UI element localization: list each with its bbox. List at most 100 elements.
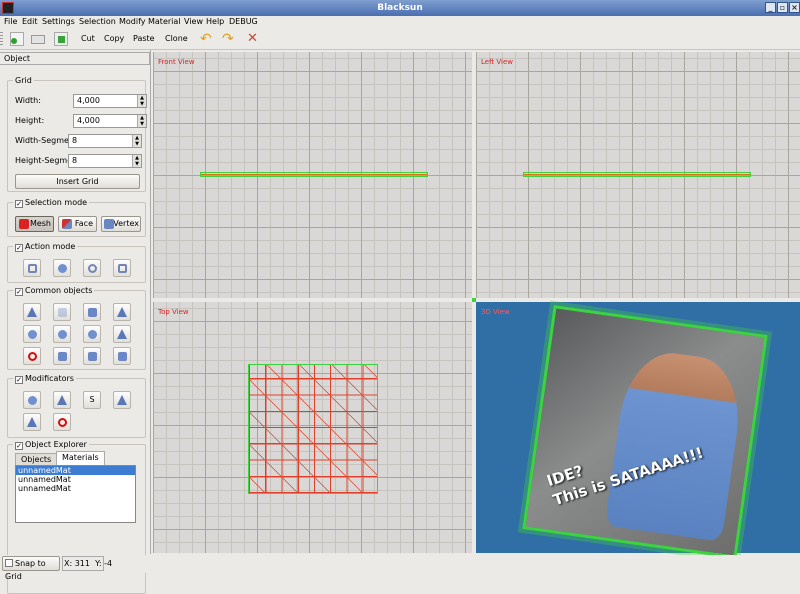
- height-spinner[interactable]: ▲ ▼: [137, 115, 146, 127]
- height-segments-label: Height-Segme: [15, 156, 73, 165]
- front-viewport[interactable]: Front View: [153, 52, 472, 298]
- grid-object-button[interactable]: [53, 303, 71, 321]
- common-objects-checkbox[interactable]: ✓: [15, 288, 23, 296]
- snap-to-grid-checkbox[interactable]: [5, 559, 13, 567]
- action-mode-group: ✓ Action mode: [7, 241, 146, 283]
- explode-icon: [28, 396, 37, 405]
- face-icon: [62, 219, 72, 229]
- left-view-label: Left View: [481, 58, 514, 66]
- cut-button[interactable]: Cut: [81, 33, 95, 45]
- menu-modify[interactable]: Modify: [119, 16, 146, 28]
- menu-view[interactable]: View: [184, 16, 203, 28]
- paste-button[interactable]: Paste: [133, 33, 155, 45]
- list-item[interactable]: unnamedMat: [16, 475, 135, 484]
- mesh-icon: [19, 219, 29, 229]
- menu-help[interactable]: Help: [206, 16, 224, 28]
- vertex-icon: [104, 219, 114, 229]
- menu-file[interactable]: File: [4, 16, 17, 28]
- snap-to-grid-toggle[interactable]: Snap to Grid: [2, 556, 60, 581]
- left-grid-object[interactable]: [523, 172, 751, 177]
- bend-modifier-button[interactable]: [113, 391, 131, 409]
- menu-debug[interactable]: DEBUG: [229, 16, 258, 28]
- undo-icon[interactable]: ↶: [200, 32, 214, 46]
- explode-modifier-button[interactable]: [23, 391, 41, 409]
- minimize-button[interactable]: _: [765, 2, 776, 13]
- cube-object-button[interactable]: [113, 347, 131, 365]
- plane-object-button[interactable]: [23, 303, 41, 321]
- scale-icon: [118, 264, 127, 273]
- modificators-title: ✓ Modificators: [13, 373, 76, 384]
- action-mode-checkbox[interactable]: ✓: [15, 244, 23, 252]
- maximize-button[interactable]: ▫: [777, 2, 788, 13]
- save-icon[interactable]: [54, 32, 68, 46]
- menu-material[interactable]: Material: [148, 16, 181, 28]
- open-folder-icon[interactable]: [31, 35, 45, 44]
- cylinder-object-button[interactable]: [53, 347, 71, 365]
- width-spinner[interactable]: ▲ ▼: [137, 95, 146, 107]
- close-button[interactable]: ×: [789, 2, 800, 13]
- grid-group: Grid Width: 4,000 ▲ ▼ Height: 4,000 ▲ ▼ Widt…: [7, 75, 147, 192]
- terrain-modifier-button[interactable]: [23, 413, 41, 431]
- height-input[interactable]: 4,000 ▲ ▼: [73, 114, 147, 128]
- modificators-label: Modificators: [25, 374, 74, 383]
- vertex-label: Vertex: [113, 219, 139, 228]
- selection-mode-group: ✓ Selection mode Mesh Face Vertex: [7, 197, 146, 237]
- triangulate-icon: [57, 395, 67, 405]
- menu-settings[interactable]: Settings: [42, 16, 75, 28]
- height-segments-input[interactable]: 8 ▲ ▼: [68, 154, 142, 168]
- materials-list[interactable]: unnamedMat unnamedMat unnamedMat: [15, 465, 136, 523]
- box-object-button[interactable]: [83, 303, 101, 321]
- grid-icon: [58, 308, 67, 317]
- geosphere-object-button[interactable]: [83, 325, 101, 343]
- smooth-modifier-button[interactable]: S: [83, 391, 101, 409]
- textured-grid-mesh[interactable]: IDE? This is SATAAAA!!!: [522, 305, 768, 559]
- object-explorer-checkbox[interactable]: ✓: [15, 442, 23, 450]
- left-viewport[interactable]: Left View: [476, 52, 800, 298]
- front-view-label: Front View: [158, 58, 195, 66]
- vertex-button[interactable]: Vertex: [101, 216, 141, 232]
- disabled-modifier-button[interactable]: [53, 413, 71, 431]
- stairs-object-button[interactable]: [113, 303, 131, 321]
- disabled-object-button[interactable]: [23, 347, 41, 365]
- height-segments-spinner[interactable]: ▲ ▼: [132, 155, 141, 167]
- list-item[interactable]: unnamedMat: [16, 484, 135, 493]
- cone-object-button[interactable]: [113, 325, 131, 343]
- list-item[interactable]: unnamedMat: [16, 466, 135, 475]
- sphere-object-button[interactable]: [53, 325, 71, 343]
- scale-action-button[interactable]: [113, 259, 131, 277]
- redo-icon[interactable]: ↷: [222, 32, 236, 46]
- tools-icon[interactable]: ✕: [247, 32, 261, 46]
- move-action-button[interactable]: [53, 259, 71, 277]
- menu-edit[interactable]: Edit: [22, 16, 38, 28]
- select-action-button[interactable]: [23, 259, 41, 277]
- copy-button[interactable]: Copy: [104, 33, 124, 45]
- width-label: Width:: [15, 96, 41, 105]
- common-objects-group: ✓ Common objects: [7, 285, 146, 370]
- triangulate-modifier-button[interactable]: [53, 391, 71, 409]
- width-segments-spinner[interactable]: ▲ ▼: [132, 135, 141, 147]
- rotate-action-button[interactable]: [83, 259, 101, 277]
- stairs-icon: [117, 307, 127, 317]
- width-segments-value: 8: [72, 136, 78, 145]
- width-segments-input[interactable]: 8 ▲ ▼: [68, 134, 142, 148]
- modificators-checkbox[interactable]: ✓: [15, 376, 23, 384]
- face-button[interactable]: Face: [58, 216, 97, 232]
- front-grid-object[interactable]: [200, 172, 428, 177]
- menu-selection[interactable]: Selection: [79, 16, 116, 28]
- insert-grid-button[interactable]: Insert Grid: [15, 174, 140, 189]
- tab-object[interactable]: Object: [0, 52, 150, 65]
- tube-object-button[interactable]: [83, 347, 101, 365]
- top-grid-mesh[interactable]: [248, 364, 378, 494]
- width-input[interactable]: 4,000 ▲ ▼: [73, 94, 147, 108]
- mesh-button[interactable]: Mesh: [15, 216, 54, 232]
- torus-object-button[interactable]: [23, 325, 41, 343]
- tab-materials[interactable]: Materials: [56, 451, 105, 465]
- selection-mode-title: ✓ Selection mode: [13, 197, 90, 208]
- coordinates-readout: X: 311 Y: -4: [62, 556, 112, 571]
- status-bar: Snap to Grid X: 311 Y: -4: [0, 555, 800, 581]
- tab-objects[interactable]: Objects: [15, 453, 58, 465]
- clone-button[interactable]: Clone: [165, 33, 188, 45]
- forbidden-icon: [58, 418, 67, 427]
- new-file-icon[interactable]: [10, 32, 24, 46]
- selection-mode-checkbox[interactable]: ✓: [15, 200, 23, 208]
